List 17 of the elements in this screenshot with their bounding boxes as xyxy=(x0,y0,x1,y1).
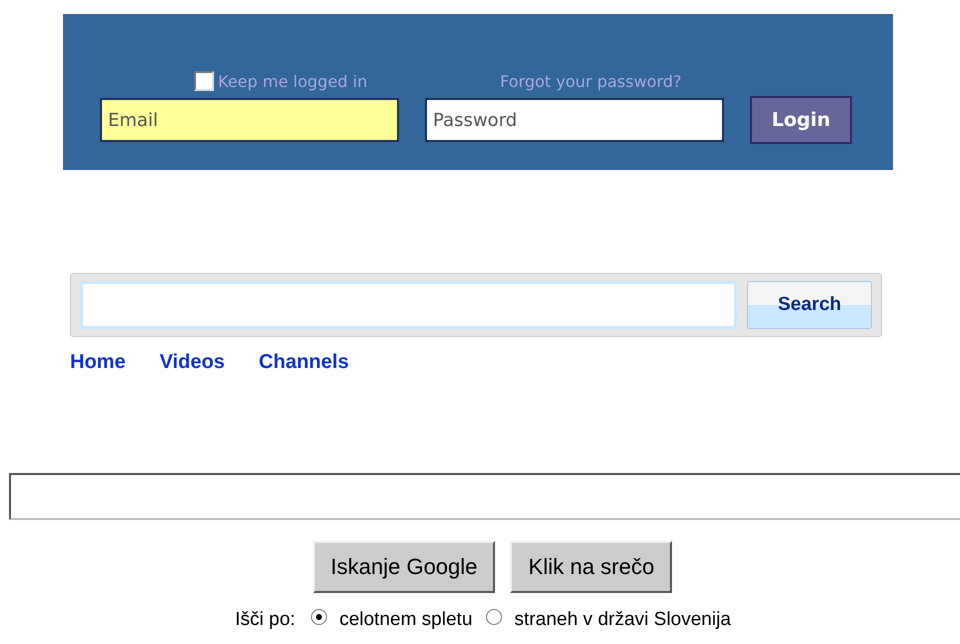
radio-button[interactable] xyxy=(486,609,502,625)
nav-link[interactable]: Home xyxy=(70,351,126,374)
nav-link[interactable]: Videos xyxy=(160,351,225,374)
search-button[interactable]: Search xyxy=(747,281,872,329)
email-field[interactable]: Email xyxy=(100,98,399,142)
login-button[interactable]: Login xyxy=(750,96,852,144)
password-field[interactable]: Password xyxy=(425,98,724,142)
radio-button[interactable] xyxy=(311,609,328,625)
search-field[interactable] xyxy=(9,473,960,520)
scope-label: Išči po: xyxy=(235,609,296,631)
search-button[interactable]: Iskanje Google xyxy=(312,541,496,593)
nav-link[interactable]: Channels xyxy=(258,351,349,374)
radio-label: straneh v državi Slovenija xyxy=(514,609,731,631)
checkbox-label: Keep me logged in xyxy=(218,72,368,90)
checkbox[interactable] xyxy=(194,71,214,91)
radio-label: celotnem spletu xyxy=(339,609,472,631)
search-button[interactable]: Klik na srečo xyxy=(510,541,672,593)
